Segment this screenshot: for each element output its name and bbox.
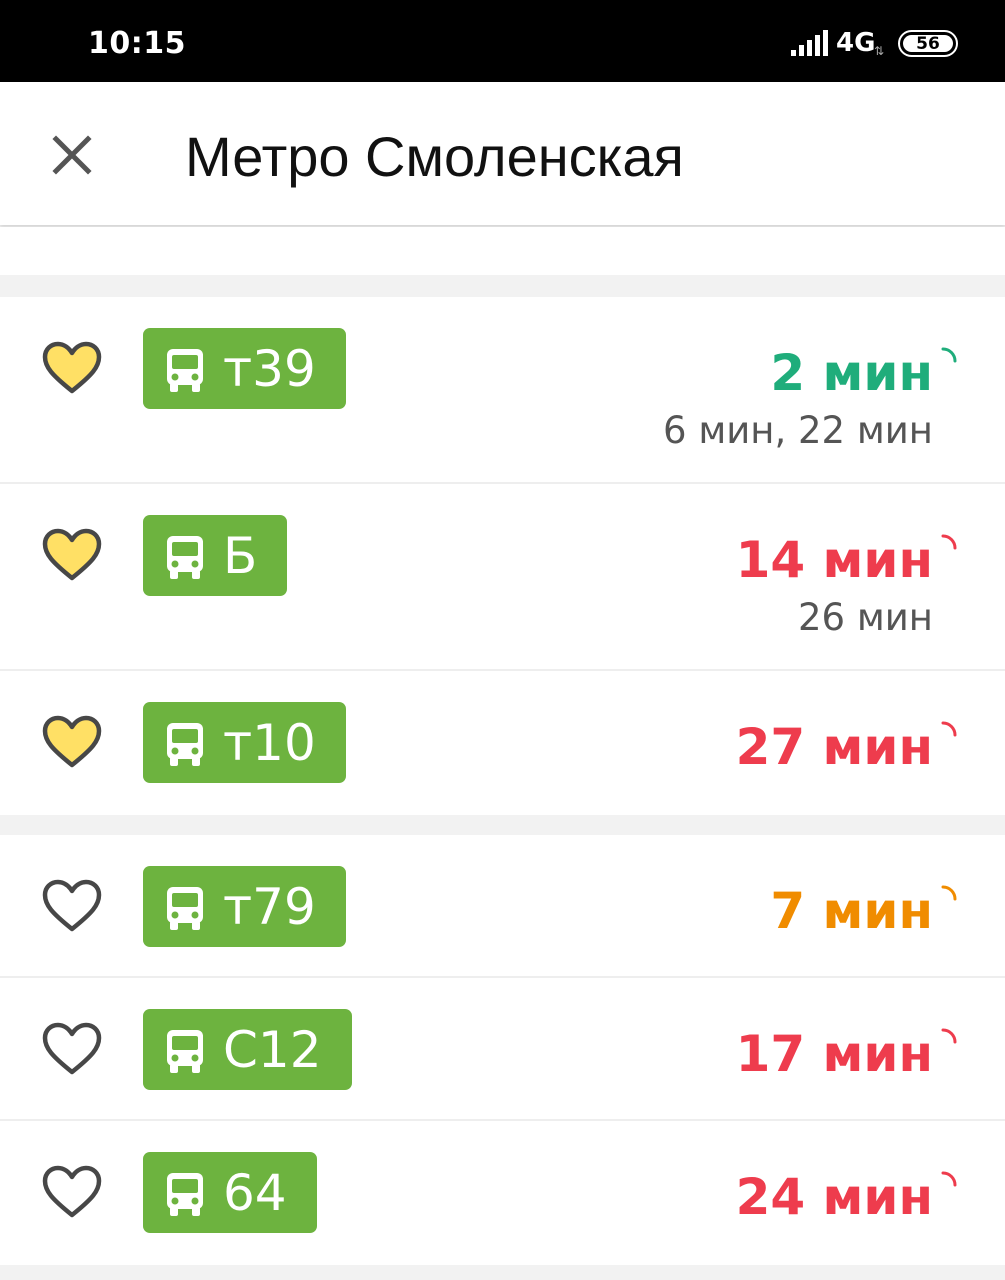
heart-outline-icon[interactable] [42, 1022, 102, 1076]
signal-icon [791, 30, 828, 56]
battery-icon: 56 [898, 30, 958, 57]
route-badge: т10 [143, 702, 346, 783]
eta-next: 6 мин, 22 мин [663, 409, 933, 452]
route-badge: Б [143, 515, 288, 596]
eta-main: 27 мин [735, 718, 933, 776]
bus-icon [167, 1172, 203, 1216]
route-number: т39 [223, 339, 316, 398]
other-routes-group: т79 7 мин С12 17 мин 64 24 мин [0, 835, 1005, 1265]
header-spacer [0, 227, 1005, 275]
realtime-icon [941, 1028, 957, 1044]
eta-main: 17 мин [735, 1025, 933, 1083]
page-title: Метро Смоленская [185, 125, 684, 188]
close-button[interactable] [48, 131, 96, 179]
heart-filled-icon[interactable] [42, 528, 102, 582]
eta-next: 26 мин [798, 596, 933, 639]
eta-main: 24 мин [735, 1168, 933, 1226]
route-number: С12 [223, 1020, 322, 1079]
data-activity-icon: ⇅ [874, 44, 885, 58]
route-row-t10[interactable]: т10 27 мин [0, 671, 1005, 815]
heart-filled-icon[interactable] [42, 715, 102, 769]
status-time: 10:15 [88, 26, 186, 61]
realtime-icon [941, 885, 957, 901]
trolleybus-icon [167, 722, 203, 766]
realtime-icon [941, 1171, 957, 1187]
realtime-icon [941, 534, 957, 550]
route-number: Б [223, 526, 258, 585]
trolleybus-icon [167, 535, 203, 579]
route-badge: 64 [143, 1152, 317, 1233]
route-number: т79 [223, 877, 316, 936]
heart-outline-icon[interactable] [42, 879, 102, 933]
status-bar: 10:15 4G ⇅ 56 [0, 0, 1005, 82]
route-row-c12[interactable]: С12 17 мин [0, 978, 1005, 1121]
network-type: 4G [836, 28, 876, 58]
heart-outline-icon[interactable] [42, 1165, 102, 1219]
realtime-icon [941, 347, 957, 363]
bus-icon [167, 1029, 203, 1073]
close-icon [52, 135, 92, 175]
route-badge: т39 [143, 328, 346, 409]
battery-level: 56 [903, 34, 953, 54]
heart-filled-icon[interactable] [42, 341, 102, 395]
trolleybus-icon [167, 886, 203, 930]
route-badge: т79 [143, 866, 346, 947]
trolleybus-icon [167, 348, 203, 392]
eta-main: 7 мин [770, 882, 933, 940]
route-number: т10 [223, 713, 316, 772]
route-row-t79[interactable]: т79 7 мин [0, 835, 1005, 978]
route-row-64[interactable]: 64 24 мин [0, 1121, 1005, 1265]
route-row-b[interactable]: Б 14 мин 26 мин [0, 484, 1005, 671]
favorite-routes-group: т39 2 мин 6 мин, 22 мин Б 14 мин 26 мин … [0, 297, 1005, 815]
route-row-t39[interactable]: т39 2 мин 6 мин, 22 мин [0, 297, 1005, 484]
route-number: 64 [223, 1163, 287, 1222]
eta-main: 2 мин [770, 344, 933, 402]
eta-main: 14 мин [735, 531, 933, 589]
realtime-icon [941, 721, 957, 737]
route-badge: С12 [143, 1009, 352, 1090]
